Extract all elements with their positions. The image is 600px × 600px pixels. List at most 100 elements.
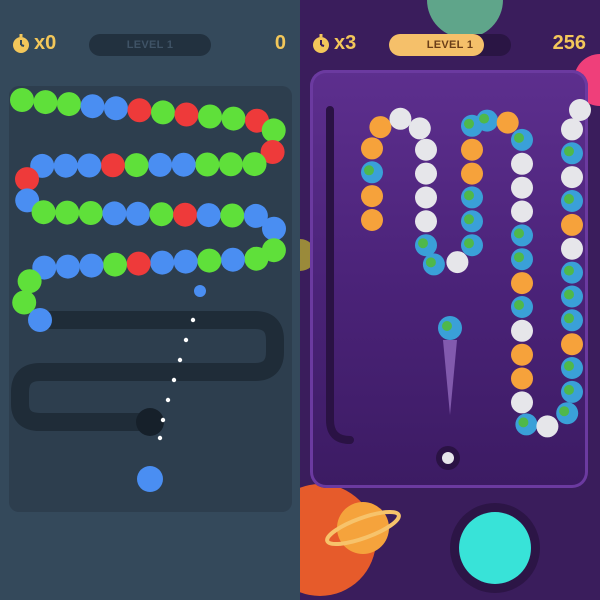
chain-ball-white xyxy=(389,107,412,130)
chain-ball-orange xyxy=(461,162,483,185)
space-zuma-panel: x3 LEVEL 1 256 xyxy=(300,0,600,600)
earth-land xyxy=(425,257,436,268)
next-ball xyxy=(194,285,206,297)
chain-ball-green xyxy=(244,246,269,271)
classic-zuma-panel: x0 LEVEL 1 0 xyxy=(0,0,300,600)
chain-ball-white xyxy=(415,162,437,185)
chain-ball-orange xyxy=(511,343,533,366)
left-playfield[interactable] xyxy=(0,0,300,600)
earth-land xyxy=(564,313,574,324)
earth-land xyxy=(464,118,474,129)
chain-ball-green xyxy=(31,200,56,225)
earth-land xyxy=(364,165,374,176)
chain-ball-orange xyxy=(561,333,583,356)
chain-ball-orange xyxy=(496,111,519,134)
chain-ball-green xyxy=(198,104,222,129)
chain-ball-white xyxy=(446,251,469,274)
chain-ball-orange xyxy=(511,272,533,295)
chain-ball-blue xyxy=(150,250,175,275)
chain-ball-green xyxy=(151,100,175,125)
earth-land xyxy=(464,190,474,201)
earth-land xyxy=(564,194,574,204)
chain-ball-white xyxy=(511,176,533,199)
next-ball xyxy=(442,452,454,464)
chain-ball-blue xyxy=(79,253,104,278)
ball-track xyxy=(326,106,354,444)
chain-ball-orange xyxy=(361,185,383,208)
earth-land xyxy=(564,361,574,371)
earth-land xyxy=(464,214,474,225)
chain-ball-red xyxy=(15,167,39,192)
chain-ball-white xyxy=(561,237,583,260)
chain-ball-green xyxy=(149,202,174,227)
chain-ball-green xyxy=(195,152,220,177)
chain-ball-green xyxy=(17,269,42,294)
chain-ball-orange xyxy=(361,209,383,231)
aim-dot xyxy=(177,357,183,363)
chain-ball-blue xyxy=(102,201,127,226)
chain-ball-green xyxy=(103,252,127,277)
earth-land xyxy=(559,406,570,417)
chain-ball-green xyxy=(242,152,267,177)
aim-dot xyxy=(160,417,166,423)
chain-ball-blue xyxy=(53,153,78,178)
chain-ball-green xyxy=(220,203,245,228)
chain-ball-orange xyxy=(561,213,583,236)
chain-ball-green xyxy=(218,152,243,177)
chain-ball-blue xyxy=(196,203,221,228)
chain-ball-blue xyxy=(125,201,150,226)
earth-land xyxy=(514,132,524,143)
track-end-hole xyxy=(136,408,164,436)
chain-ball-white xyxy=(561,118,583,141)
chain-ball-orange xyxy=(511,367,533,390)
chain-ball-white xyxy=(511,200,533,223)
aim-dot xyxy=(165,397,171,403)
aim-dot xyxy=(171,377,177,383)
chain-ball-white xyxy=(561,166,583,189)
chain-ball-blue xyxy=(28,308,52,332)
earth-land xyxy=(518,417,529,428)
chain-ball-green xyxy=(55,200,80,225)
earth-land xyxy=(442,321,452,331)
chain-ball-white xyxy=(569,99,591,121)
chain-ball-blue xyxy=(173,249,198,274)
chain-ball-orange xyxy=(369,116,392,139)
aim-beam xyxy=(443,340,457,415)
chain-ball-blue xyxy=(262,216,286,241)
chain-ball-red xyxy=(100,153,125,178)
chain-ball-green xyxy=(57,92,81,117)
earth-land xyxy=(514,300,524,310)
chain-ball-blue xyxy=(80,94,105,119)
earth-land xyxy=(564,384,574,395)
chain-ball-white xyxy=(536,415,559,438)
chain-ball-red xyxy=(126,251,151,276)
chain-ball-white xyxy=(415,138,437,161)
chain-ball-green xyxy=(221,106,246,131)
chain-ball-white xyxy=(415,186,437,209)
chain-ball-blue xyxy=(148,152,173,177)
earth-land xyxy=(564,289,574,300)
chain-ball-green xyxy=(78,201,103,225)
chain-ball-white xyxy=(511,319,533,342)
chain-ball-white xyxy=(511,152,533,175)
shooter-ball[interactable] xyxy=(137,466,163,492)
aim-dot xyxy=(157,435,163,441)
chain-ball-green xyxy=(261,118,286,143)
chain-ball-blue xyxy=(77,153,102,178)
earth-land xyxy=(418,238,428,249)
earth-land xyxy=(564,146,574,157)
earth-land xyxy=(479,113,490,124)
chain-ball-red xyxy=(127,98,152,123)
ball-track xyxy=(11,311,284,431)
aim-dot xyxy=(183,337,189,343)
chain-ball-green xyxy=(10,88,34,112)
chain-ball-green xyxy=(197,248,222,273)
right-playfield[interactable] xyxy=(300,0,600,600)
chain-ball-blue xyxy=(104,96,128,121)
chain-ball-blue xyxy=(171,152,196,177)
game-screenshot: x0 LEVEL 1 0 x3 LEVEL 1 256 xyxy=(0,0,600,600)
chain-ball-blue xyxy=(55,254,80,279)
chain-ball-green xyxy=(124,153,149,178)
earth-land xyxy=(464,238,474,249)
chain-ball-white xyxy=(408,117,431,140)
